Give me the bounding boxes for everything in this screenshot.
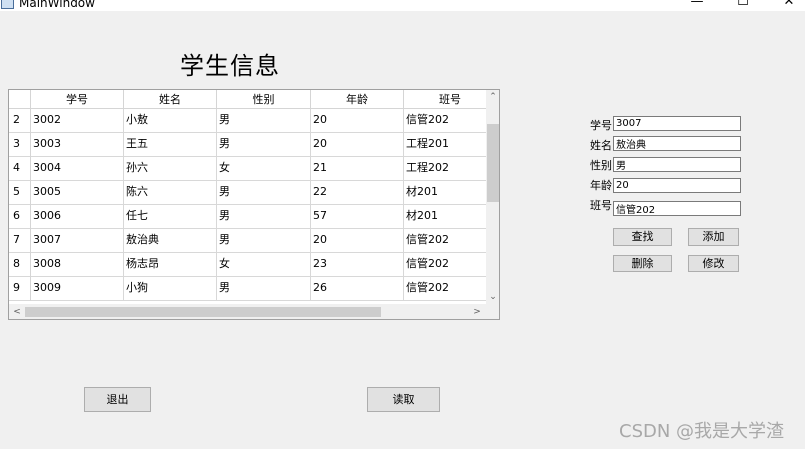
cell-student-id[interactable]: 3004 [31,157,124,181]
cell-age[interactable]: 20 [311,109,404,133]
table-row[interactable]: 6 3006 任七 男 57 材201 [9,205,486,229]
cell-student-id[interactable]: 3007 [31,229,124,253]
cell-age[interactable]: 23 [311,253,404,277]
age-label: 年龄 [590,179,612,192]
row-number: 2 [9,109,31,133]
vertical-scroll-thumb[interactable] [487,124,499,202]
vertical-scrollbar[interactable]: ⌃ ⌄ [486,90,499,304]
cell-name[interactable]: 陈六 [124,181,217,205]
class-no-field[interactable] [613,201,741,216]
cell-name[interactable]: 王五 [124,133,217,157]
scroll-down-icon[interactable]: ⌄ [487,291,499,303]
cell-age[interactable]: 20 [311,133,404,157]
student-id-field[interactable] [613,116,741,131]
student-id-label: 学号 [590,119,612,132]
add-button[interactable]: 添加 [688,228,739,246]
table-row[interactable]: 8 3008 杨志昂 女 23 信管202 [9,253,486,277]
cell-class-no[interactable]: 信管202 [404,229,486,253]
cell-class-no[interactable]: 工程202 [404,157,486,181]
cell-gender[interactable]: 男 [217,109,311,133]
cell-class-no[interactable]: 材201 [404,181,486,205]
delete-button[interactable]: 删除 [613,255,672,272]
cell-name[interactable]: 小狗 [124,277,217,301]
row-number: 9 [9,277,31,301]
horizontal-scrollbar[interactable]: < > [9,304,486,319]
table-grid: 学号 姓名 性别 年龄 班号 2 3002 小敖 男 20 信管202 3 30… [9,90,486,304]
row-number: 3 [9,133,31,157]
cell-student-id[interactable]: 3005 [31,181,124,205]
cell-class-no[interactable]: 工程201 [404,133,486,157]
gender-label: 性别 [590,159,612,172]
scroll-corner [486,304,499,319]
cell-name[interactable]: 小敖 [124,109,217,133]
column-header-name[interactable]: 姓名 [124,90,217,109]
age-field[interactable] [613,178,741,193]
cell-student-id[interactable]: 3002 [31,109,124,133]
title-bar: MainWindow — ☐ ✕ [0,0,805,11]
page-title: 学生信息 [180,52,280,80]
row-number: 4 [9,157,31,181]
column-header-student-id[interactable]: 学号 [31,90,124,109]
scroll-left-icon[interactable]: < [11,306,23,318]
scroll-up-icon[interactable]: ⌃ [487,91,499,103]
scroll-right-icon[interactable]: > [471,306,483,318]
find-button[interactable]: 查找 [613,228,672,246]
row-number: 6 [9,205,31,229]
cell-name[interactable]: 敖治典 [124,229,217,253]
cell-gender[interactable]: 女 [217,253,311,277]
cell-name[interactable]: 任七 [124,205,217,229]
cell-name[interactable]: 孙六 [124,157,217,181]
read-button[interactable]: 读取 [367,387,440,412]
cell-age[interactable]: 20 [311,229,404,253]
column-header-class-no[interactable]: 班号 [404,90,486,109]
watermark: CSDN @我是大学渣 [619,421,785,442]
cell-age[interactable]: 21 [311,157,404,181]
window-title: MainWindow [19,0,95,10]
cell-age[interactable]: 57 [311,205,404,229]
cell-gender[interactable]: 男 [217,277,311,301]
table-row[interactable]: 9 3009 小狗 男 26 信管202 [9,277,486,301]
table-row[interactable]: 4 3004 孙六 女 21 工程202 [9,157,486,181]
table-row[interactable]: 7 3007 敖治典 男 20 信管202 [9,229,486,253]
cell-class-no[interactable]: 信管202 [404,253,486,277]
table-corner [9,90,31,109]
cell-age[interactable]: 26 [311,277,404,301]
class-no-label: 班号 [590,199,612,212]
cell-class-no[interactable]: 材201 [404,205,486,229]
cell-gender[interactable]: 男 [217,133,311,157]
cell-gender[interactable]: 女 [217,157,311,181]
cell-name[interactable]: 杨志昂 [124,253,217,277]
column-header-gender[interactable]: 性别 [217,90,311,109]
name-field[interactable] [613,136,741,151]
student-table[interactable]: 学号 姓名 性别 年龄 班号 2 3002 小敖 男 20 信管202 3 30… [8,89,500,320]
cell-student-id[interactable]: 3008 [31,253,124,277]
cell-gender[interactable]: 男 [217,181,311,205]
table-row[interactable]: 5 3005 陈六 男 22 材201 [9,181,486,205]
cell-student-id[interactable]: 3003 [31,133,124,157]
row-number: 8 [9,253,31,277]
table-row[interactable]: 2 3002 小敖 男 20 信管202 [9,109,486,133]
minimize-button[interactable]: — [674,0,720,11]
close-button[interactable]: ✕ [766,0,805,11]
column-header-age[interactable]: 年龄 [311,90,404,109]
horizontal-scroll-thumb[interactable] [25,307,381,317]
cell-gender[interactable]: 男 [217,229,311,253]
cell-age[interactable]: 22 [311,181,404,205]
app-icon [1,0,14,9]
cell-gender[interactable]: 男 [217,205,311,229]
cell-class-no[interactable]: 信管202 [404,277,486,301]
row-number: 7 [9,229,31,253]
maximize-button[interactable]: ☐ [720,0,766,11]
cell-student-id[interactable]: 3006 [31,205,124,229]
modify-button[interactable]: 修改 [688,255,739,272]
name-label: 姓名 [590,139,612,152]
row-number: 5 [9,181,31,205]
cell-student-id[interactable]: 3009 [31,277,124,301]
gender-field[interactable] [613,157,741,172]
exit-button[interactable]: 退出 [84,387,151,412]
table-row[interactable]: 3 3003 王五 男 20 工程201 [9,133,486,157]
cell-class-no[interactable]: 信管202 [404,109,486,133]
